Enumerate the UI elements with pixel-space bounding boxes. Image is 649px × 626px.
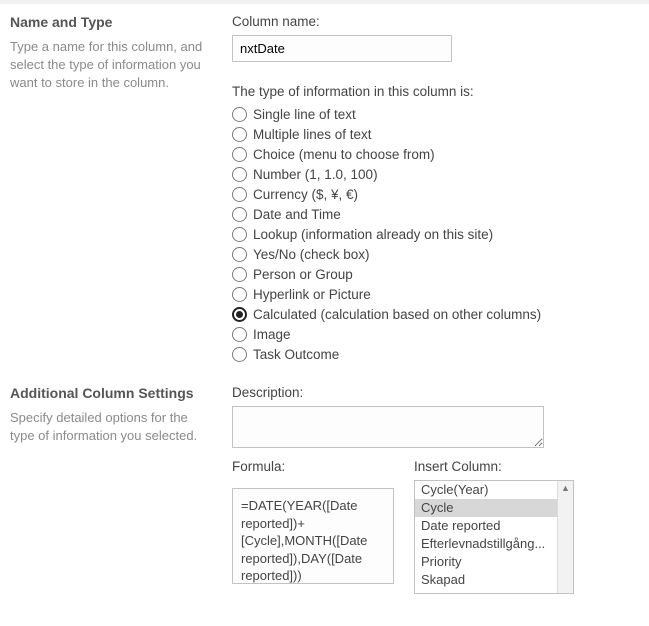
description-textarea[interactable] [232,406,544,448]
radio-row-column-type[interactable]: Lookup (information already on this site… [232,225,637,245]
radio-icon[interactable] [232,247,247,262]
radio-icon[interactable] [232,167,247,182]
radio-label: Choice (menu to choose from) [253,147,435,162]
radio-icon[interactable] [232,347,247,362]
radio-label: Task Outcome [253,347,339,362]
radio-icon[interactable] [232,287,247,302]
radio-row-column-type[interactable]: Image [232,325,637,345]
radio-icon[interactable] [232,307,247,322]
scrollbar[interactable]: ▲ [557,481,573,593]
insert-column-option[interactable]: Skapad [415,571,557,589]
radio-label: Image [253,327,291,342]
radio-row-column-type[interactable]: Hyperlink or Picture [232,285,637,305]
radio-label: Date and Time [253,207,341,222]
radio-icon[interactable] [232,107,247,122]
section-title-additional: Additional Column Settings [10,385,210,401]
radio-row-column-type[interactable]: Calculated (calculation based on other c… [232,305,637,325]
radio-icon[interactable] [232,227,247,242]
radio-icon[interactable] [232,147,247,162]
section-title-name-type: Name and Type [10,14,210,30]
section-desc-name-type: Type a name for this column, and select … [10,38,210,93]
radio-icon[interactable] [232,207,247,222]
radio-label: Single line of text [253,107,356,122]
radio-row-column-type[interactable]: Task Outcome [232,345,637,365]
insert-column-label: Insert Column: [414,459,574,474]
section-additional-settings: Additional Column Settings Specify detai… [10,385,637,594]
radio-row-column-type[interactable]: Date and Time [232,205,637,225]
radio-row-column-type[interactable]: Yes/No (check box) [232,245,637,265]
formula-textarea[interactable]: =DATE(YEAR([Date reported])+[Cycle],MONT… [232,488,394,584]
scroll-up-icon[interactable]: ▲ [558,481,573,495]
section-name-and-type: Name and Type Type a name for this colum… [10,14,637,365]
radio-row-column-type[interactable]: Multiple lines of text [232,125,637,145]
insert-column-option[interactable]: Efterlevnadstillgång... [415,535,557,553]
type-prompt: The type of information in this column i… [232,84,637,99]
radio-label: Number (1, 1.0, 100) [253,167,378,182]
insert-column-option[interactable]: Cycle(Year) [415,481,557,499]
radio-label: Yes/No (check box) [253,247,370,262]
description-label: Description: [232,385,637,400]
column-name-label: Column name: [232,14,637,29]
radio-row-column-type[interactable]: Single line of text [232,105,637,125]
radio-icon[interactable] [232,267,247,282]
radio-icon[interactable] [232,327,247,342]
radio-label: Person or Group [253,267,353,282]
radio-label: Multiple lines of text [253,127,372,142]
radio-icon[interactable] [232,187,247,202]
insert-column-listbox[interactable]: Cycle(Year)CycleDate reportedEfterlevnad… [414,480,574,594]
radio-label: Calculated (calculation based on other c… [253,307,541,322]
insert-column-option[interactable]: Date reported [415,517,557,535]
insert-column-option[interactable]: Cycle [415,499,557,517]
section-desc-additional: Specify detailed options for the type of… [10,409,210,445]
formula-label: Formula: [232,459,394,474]
column-name-input[interactable] [232,35,452,62]
radio-label: Currency ($, ¥, €) [253,187,358,202]
radio-label: Lookup (information already on this site… [253,227,493,242]
radio-row-column-type[interactable]: Choice (menu to choose from) [232,145,637,165]
radio-row-column-type[interactable]: Number (1, 1.0, 100) [232,165,637,185]
radio-icon[interactable] [232,127,247,142]
radio-row-column-type[interactable]: Person or Group [232,265,637,285]
insert-column-option[interactable]: Priority [415,553,557,571]
column-type-radio-group: Single line of text Multiple lines of tex… [232,105,637,365]
radio-row-column-type[interactable]: Currency ($, ¥, €) [232,185,637,205]
radio-label: Hyperlink or Picture [253,287,371,302]
